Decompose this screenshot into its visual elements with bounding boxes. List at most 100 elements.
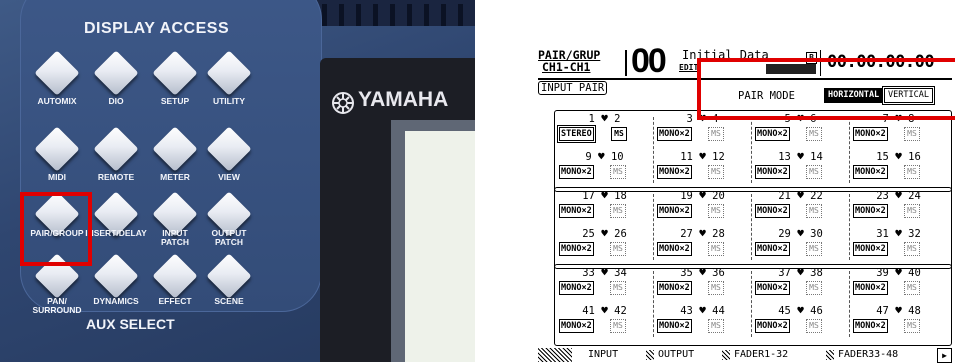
pair-mode-button[interactable]: MONO×2: [657, 281, 692, 295]
console-key-midi[interactable]: [34, 126, 80, 172]
pair-mode-button[interactable]: MONO×2: [559, 319, 594, 333]
pair-mode-button[interactable]: MONO×2: [853, 127, 888, 141]
key-cap[interactable]: [206, 253, 252, 299]
pair-mode-button[interactable]: MONO×2: [755, 281, 790, 295]
pair-mode-button[interactable]: MONO×2: [559, 242, 594, 256]
ms-button[interactable]: MS: [904, 281, 920, 295]
key-cap[interactable]: [34, 126, 80, 172]
pair-column: 3 ♥ 4 MONO×2 MS 11 ♥ 12 MONO×2 MS: [654, 111, 751, 191]
key-cap[interactable]: [93, 253, 139, 299]
display-access-title: DISPLAY ACCESS: [84, 20, 230, 37]
console-key-dynamics[interactable]: [93, 253, 139, 299]
tab-fader1-32[interactable]: FADER1-32: [734, 348, 788, 362]
ms-button[interactable]: MS: [610, 242, 626, 256]
channel-number: 35: [680, 267, 693, 279]
pair-mode-button[interactable]: MONO×2: [657, 242, 692, 256]
pair-mode-button[interactable]: MONO×2: [559, 204, 594, 218]
pair-mode-button[interactable]: MONO×2: [755, 242, 790, 256]
pair-mode-button[interactable]: MONO×2: [559, 165, 594, 179]
channel-number: 40: [908, 267, 921, 279]
ms-button[interactable]: MS: [708, 242, 724, 256]
pair-channels: 1 ♥ 2: [556, 113, 653, 126]
ms-button[interactable]: MS: [806, 204, 822, 218]
tab-fader33-48[interactable]: FADER33-48: [838, 348, 898, 362]
pair-mode-button[interactable]: MONO×2: [657, 127, 692, 141]
pair-channels: 29 ♥ 30: [752, 228, 849, 241]
ms-button[interactable]: MS: [806, 281, 822, 295]
console-key-automix[interactable]: [34, 50, 80, 96]
ms-button[interactable]: MS: [610, 204, 626, 218]
pair-mode-button[interactable]: MONO×2: [657, 204, 692, 218]
console-key-remote[interactable]: [93, 126, 139, 172]
pair-mode-button[interactable]: MONO×2: [853, 242, 888, 256]
key-cap[interactable]: [152, 50, 198, 96]
pair-channels: 41 ♥ 42: [556, 305, 653, 318]
pair-heart-icon: ♥: [601, 227, 608, 240]
next-page-arrow-icon[interactable]: ▶: [937, 348, 952, 363]
channel-number: 48: [908, 305, 921, 317]
ms-button[interactable]: MS: [806, 242, 822, 256]
ms-button[interactable]: MS: [610, 165, 626, 179]
pair-column: 21 ♥ 22 MONO×2 MS 29 ♥ 30 MONO×2 MS: [752, 188, 849, 268]
pair-column: 37 ♥ 38 MONO×2 MS 45 ♥ 46 MONO×2 MS: [752, 265, 849, 345]
fader-slot: [356, 4, 361, 26]
pair-mode-button[interactable]: MONO×2: [853, 319, 888, 333]
channel-number: 46: [810, 305, 823, 317]
console-key-setup[interactable]: [152, 50, 198, 96]
pair-mode-button[interactable]: MONO×2: [853, 165, 888, 179]
ms-button[interactable]: MS: [708, 204, 724, 218]
ms-button[interactable]: MS: [904, 242, 920, 256]
console-key-scene[interactable]: [206, 253, 252, 299]
pair-mode-button[interactable]: MONO×2: [755, 127, 790, 141]
key-cap[interactable]: [152, 126, 198, 172]
fader-slot: [390, 4, 395, 26]
pair-mode-button[interactable]: STEREO: [557, 125, 596, 143]
pair-mode-button[interactable]: MONO×2: [853, 281, 888, 295]
key-cap[interactable]: [34, 50, 80, 96]
pair-mode-button[interactable]: MONO×2: [755, 204, 790, 218]
ms-button[interactable]: MS: [610, 319, 626, 333]
pair-mode-button[interactable]: MONO×2: [853, 204, 888, 218]
channel-number: 2: [614, 113, 621, 125]
pair-heart-icon: ♥: [797, 266, 804, 279]
console-key-effect[interactable]: [152, 253, 198, 299]
ms-button[interactable]: MS: [708, 165, 724, 179]
ms-button[interactable]: MS: [708, 127, 724, 141]
page-tab-input-pair[interactable]: INPUT PAIR: [538, 81, 608, 95]
key-cap[interactable]: [93, 126, 139, 172]
ms-button[interactable]: MS: [610, 281, 626, 295]
channel-number: 36: [712, 267, 725, 279]
ms-button[interactable]: MS: [904, 204, 920, 218]
ms-button[interactable]: MS: [708, 281, 724, 295]
ms-button[interactable]: MS: [806, 319, 822, 333]
ms-button[interactable]: MS: [708, 319, 724, 333]
pair-channels: 43 ♥ 44: [654, 305, 751, 318]
yamaha-logo-icon: [332, 92, 354, 114]
tab-separator: [722, 350, 730, 360]
key-cap[interactable]: [206, 126, 252, 172]
tab-output[interactable]: OUTPUT: [658, 348, 694, 362]
pair-channels: 37 ♥ 38: [752, 266, 849, 280]
tab-input[interactable]: INPUT: [588, 348, 618, 362]
console-key-utility[interactable]: [206, 50, 252, 96]
key-cap[interactable]: [206, 50, 252, 96]
key-cap[interactable]: [93, 50, 139, 96]
ms-button[interactable]: MS: [806, 127, 822, 141]
ms-button[interactable]: MS: [904, 319, 920, 333]
pair-mode-button[interactable]: MONO×2: [559, 281, 594, 295]
ms-button[interactable]: MS: [904, 127, 920, 141]
console-key-view[interactable]: [206, 126, 252, 172]
pair-mode-button[interactable]: MONO×2: [657, 165, 692, 179]
pair-mode-button[interactable]: MONO×2: [657, 319, 692, 333]
console-key-meter[interactable]: [152, 126, 198, 172]
tab-hatch: [538, 348, 572, 362]
ms-button[interactable]: MS: [611, 127, 627, 141]
pair-channels: 27 ♥ 28: [654, 228, 751, 241]
console-key-dio[interactable]: [93, 50, 139, 96]
title-separator: [625, 50, 627, 76]
pair-mode-button[interactable]: MONO×2: [755, 165, 790, 179]
pair-mode-button[interactable]: MONO×2: [755, 319, 790, 333]
ms-button[interactable]: MS: [806, 165, 822, 179]
ms-button[interactable]: MS: [904, 165, 920, 179]
key-cap[interactable]: [152, 253, 198, 299]
